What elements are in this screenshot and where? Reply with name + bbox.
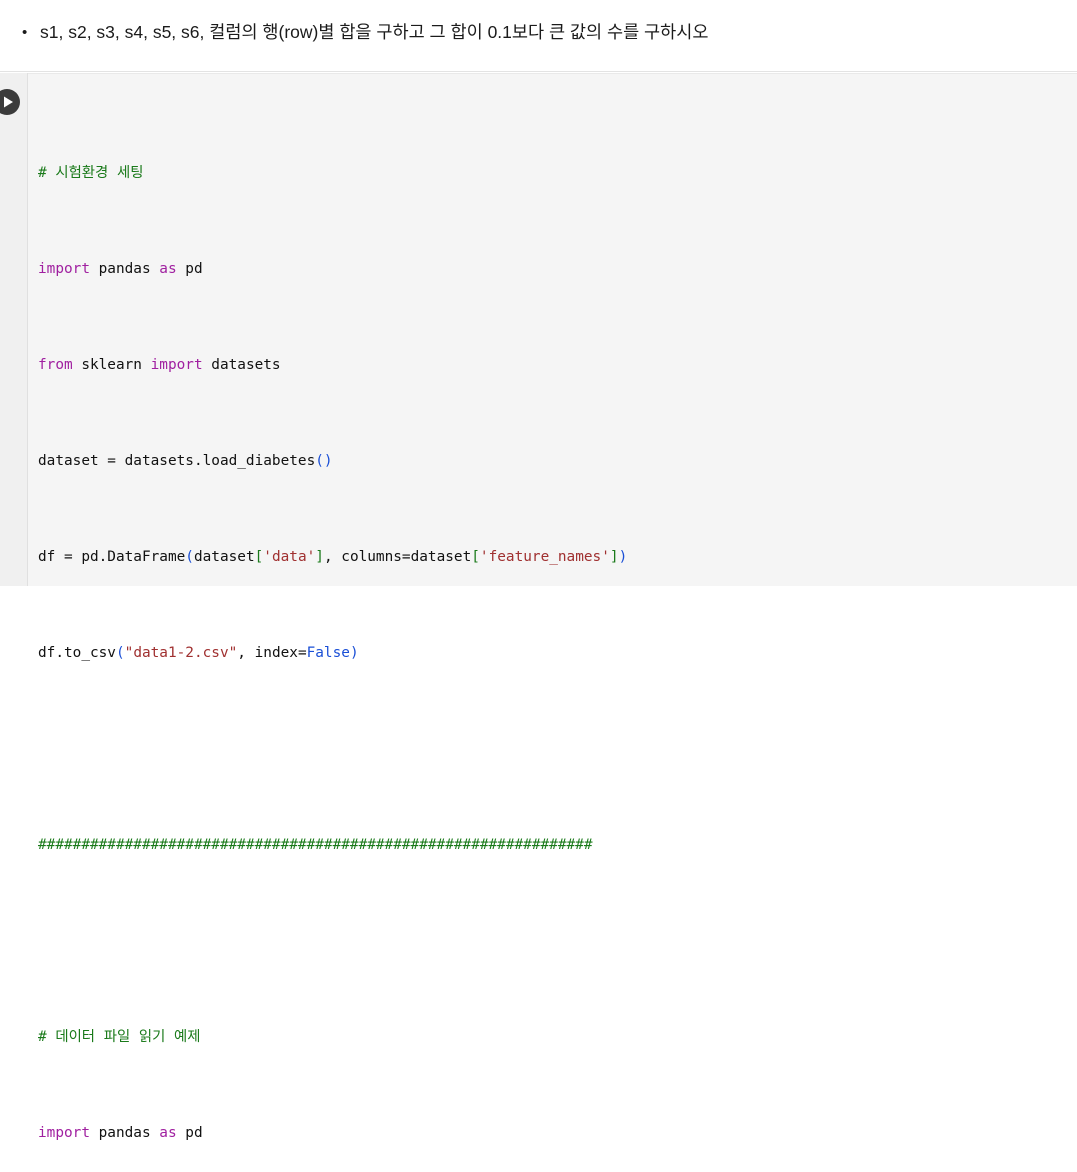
paren-token: (): [315, 453, 333, 469]
keyword-token: import: [150, 357, 203, 373]
keyword-token: import: [38, 261, 90, 277]
paren-token: (: [115, 645, 125, 661]
question-text: s1, s2, s3, s4, s5, s6, 컬럼의 행(row)별 합을 구…: [40, 22, 709, 42]
paren-token: (: [185, 549, 194, 565]
code-editor[interactable]: # 시험환경 세팅 import pandas as pd from sklea…: [28, 73, 1077, 1141]
keyword-token: as: [159, 1125, 177, 1141]
code-line[interactable]: import pandas as pd: [38, 1121, 1077, 1145]
question-list-item: • s1, s2, s3, s4, s5, s6, 컬럼의 행(row)별 합을 …: [22, 19, 708, 46]
identifier-token: sklearn: [72, 357, 151, 373]
comment-token: # 데이터 파일 읽기 예제: [38, 1029, 201, 1045]
code-line[interactable]: # 시험환경 세팅: [38, 161, 1077, 185]
question-block: • s1, s2, s3, s4, s5, s6, 컬럼의 행(row)별 합을 …: [0, 0, 1077, 72]
code-line[interactable]: df.to_csv("data1-2.csv", index=False): [38, 641, 1077, 665]
bracket-token: ]: [315, 549, 324, 565]
code-line[interactable]: dataset = datasets.load_diabetes(): [38, 449, 1077, 473]
code-line-blank[interactable]: [38, 737, 1077, 761]
string-token: 'data': [263, 549, 316, 565]
string-token: 'feature_names': [479, 549, 610, 565]
play-icon: [1, 96, 14, 108]
identifier-token: dataset = datasets.load_diabetes: [38, 453, 316, 469]
paren-token: ): [618, 549, 628, 565]
keyword-token: from: [38, 357, 73, 373]
identifier-token: df.to_csv: [38, 645, 116, 661]
code-line[interactable]: ########################################…: [38, 833, 1077, 857]
bracket-token: [: [471, 549, 480, 565]
identifier-token: datasets: [202, 357, 281, 373]
paren-token: ): [349, 645, 359, 661]
cell-gutter: [0, 73, 27, 586]
bullet-icon: •: [22, 24, 28, 41]
bracket-token: [: [254, 549, 264, 565]
code-line[interactable]: import pandas as pd: [38, 257, 1077, 281]
keyword-token: import: [38, 1125, 90, 1141]
identifier-token: pd: [176, 1125, 203, 1141]
code-line-blank[interactable]: [38, 929, 1077, 953]
identifier-token: pd: [176, 261, 203, 277]
code-line[interactable]: from sklearn import datasets: [38, 353, 1077, 377]
code-cell[interactable]: # 시험환경 세팅 import pandas as pd from sklea…: [0, 73, 1077, 1141]
identifier-token: , index=: [237, 645, 307, 661]
identifier-token: , columns=dataset: [323, 549, 472, 565]
identifier-token: pandas: [89, 1125, 160, 1141]
keyword-const-token: False: [306, 645, 350, 661]
comment-token: ########################################…: [38, 837, 593, 853]
identifier-token: df = pd.DataFrame: [38, 549, 186, 565]
identifier-token: dataset: [193, 549, 255, 565]
code-line[interactable]: df = pd.DataFrame(dataset['data'], colum…: [38, 545, 1077, 569]
identifier-token: pandas: [89, 261, 160, 277]
code-line[interactable]: # 데이터 파일 읽기 예제: [38, 1025, 1077, 1049]
bracket-token: ]: [609, 549, 619, 565]
string-token: "data1-2.csv": [124, 645, 238, 661]
comment-token: # 시험환경 세팅: [38, 165, 144, 181]
keyword-token: as: [159, 261, 177, 277]
